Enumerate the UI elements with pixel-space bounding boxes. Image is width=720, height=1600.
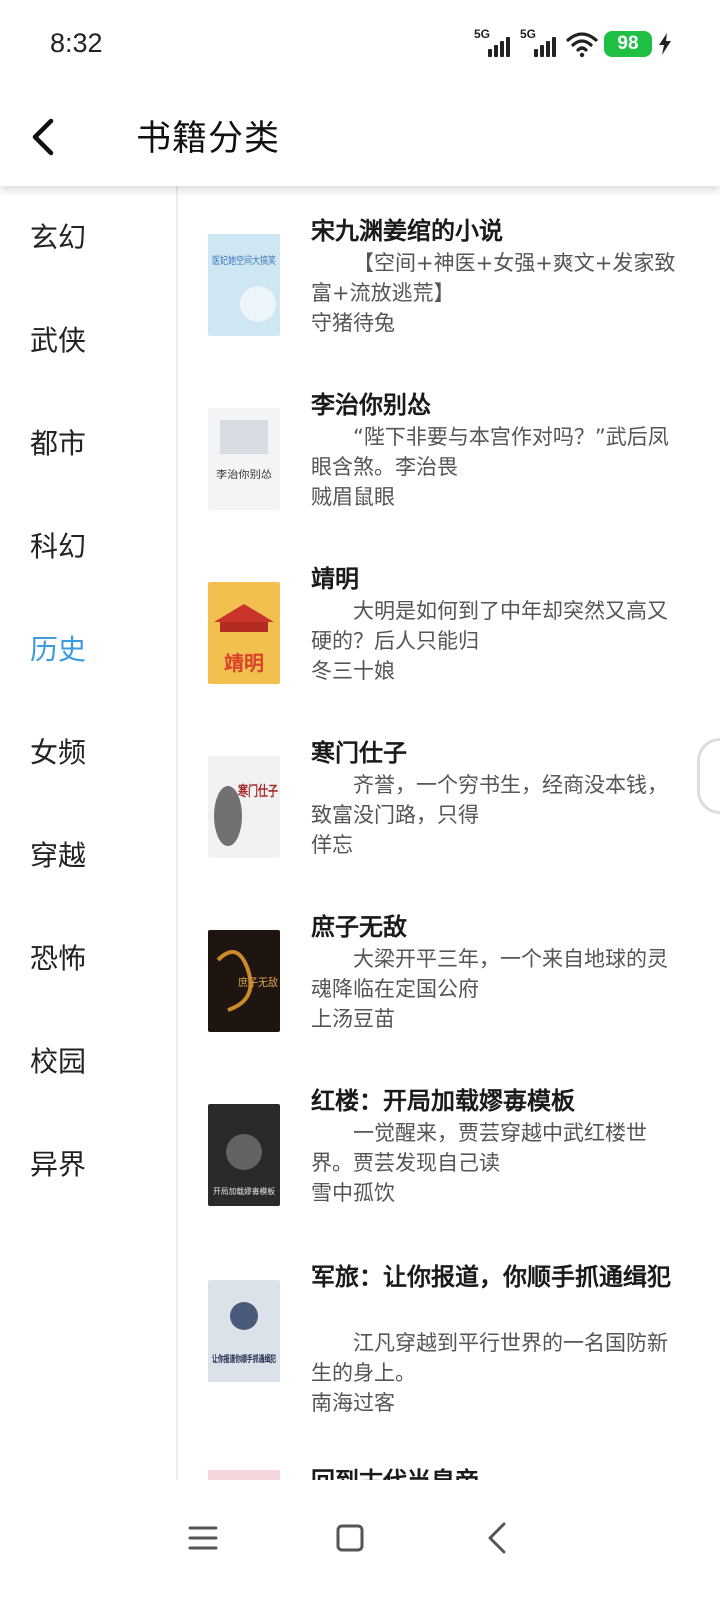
category-item-chuanyue[interactable]: 穿越 bbox=[30, 826, 86, 886]
book-item[interactable]: 李治你别怂 李治你别怂 “陛下非要与本宫作对吗？”武后凤眼含煞。李治畏 贼眉鼠眼 bbox=[178, 388, 720, 528]
book-author: 上汤豆苗 bbox=[311, 1007, 395, 1031]
svg-text:医妃她空间大搞笑: 医妃她空间大搞笑 bbox=[212, 254, 276, 267]
book-author: 雪中孤饮 bbox=[311, 1181, 395, 1205]
category-item-wuxia[interactable]: 武侠 bbox=[30, 311, 86, 371]
book-title: 李治你别怂 bbox=[311, 391, 431, 419]
book-item[interactable]: 让你报道你顺手抓通缉犯 军旅：让你报道，你顺手抓通缉犯 江凡穿越到平行世界的一名… bbox=[178, 1260, 720, 1420]
book-cover: 开局加载嫪毐模板 bbox=[208, 1104, 280, 1206]
chevron-left-icon bbox=[32, 118, 54, 156]
book-item[interactable]: 靖明 靖明 大明是如何到了中年却突然又高又硬的？后人只能归 冬三十娘 bbox=[178, 562, 720, 702]
back-icon bbox=[488, 1522, 506, 1554]
book-cover: 让你报道你顺手抓通缉犯 bbox=[208, 1280, 280, 1382]
book-item[interactable]: 开局加载嫪毐模板 红楼：开局加载嫪毐模板 一觉醒来，贾芸穿越中武红楼世界。贾芸发… bbox=[178, 1084, 720, 1224]
book-cover: 寒门仕子 bbox=[208, 756, 280, 858]
book-item[interactable]: 庶子无敌 庶子无敌 大梁开平三年，一个来自地球的灵魂降临在定国公府 上汤豆苗 bbox=[178, 910, 720, 1050]
book-title: 军旅：让你报道，你顺手抓通缉犯 bbox=[311, 1263, 671, 1291]
book-description: 大梁开平三年，一个来自地球的灵魂降临在定国公府 bbox=[311, 947, 668, 1001]
charging-bolt-icon bbox=[659, 33, 671, 55]
book-list: 医妃她空间大搞笑 宋九渊姜绾的小说 【空间+神医+女强+爽文+发家致富+流放逃荒… bbox=[178, 186, 720, 1480]
edge-swipe-handle[interactable] bbox=[697, 738, 720, 814]
book-title: 宋九渊姜绾的小说 bbox=[311, 217, 503, 245]
category-item-lishi[interactable]: 历史 bbox=[30, 620, 86, 680]
book-description: 一觉醒来，贾芸穿越中武红楼世界。贾芸发现自己读 bbox=[311, 1121, 647, 1175]
book-author: 贼眉鼠眼 bbox=[311, 485, 395, 509]
status-time: 8:32 bbox=[50, 28, 103, 58]
book-title: 红楼：开局加载嫪毐模板 bbox=[311, 1087, 575, 1115]
book-item[interactable]: 寒门仕子 寒门仕子 齐誉，一个穷书生，经商没本钱，致富没门路，只得 佯忘 bbox=[178, 736, 720, 876]
book-title: 庶子无敌 bbox=[311, 913, 407, 941]
back-button[interactable] bbox=[22, 112, 62, 162]
book-cover: 医妃她空间大搞笑 bbox=[208, 234, 280, 336]
book-title: 靖明 bbox=[311, 565, 359, 593]
book-cover bbox=[208, 1470, 280, 1480]
book-description: 江凡穿越到平行世界的一名国防新生的身上。 bbox=[311, 1331, 668, 1385]
system-back-button[interactable] bbox=[467, 1508, 527, 1568]
book-author: 冬三十娘 bbox=[311, 659, 395, 683]
category-item-xiaoyuan[interactable]: 校园 bbox=[30, 1032, 86, 1092]
book-description: 【空间+神医+女强+爽文+发家致富+流放逃荒】 bbox=[311, 251, 676, 305]
app-header: 书籍分类 bbox=[0, 90, 720, 186]
recent-apps-button[interactable] bbox=[173, 1508, 233, 1568]
svg-text:李治你别怂: 李治你别怂 bbox=[216, 468, 272, 481]
book-item[interactable]: 医妃她空间大搞笑 宋九渊姜绾的小说 【空间+神医+女强+爽文+发家致富+流放逃荒… bbox=[178, 214, 720, 354]
svg-text:开局加载嫪毐模板: 开局加载嫪毐模板 bbox=[213, 1186, 275, 1196]
status-icons: 5G 5G 98 bbox=[474, 26, 672, 62]
svg-text:靖明: 靖明 bbox=[224, 651, 264, 675]
book-author: 南海过客 bbox=[311, 1391, 395, 1415]
signal-5g-icon: 5G bbox=[520, 27, 560, 59]
page-title: 书籍分类 bbox=[136, 119, 281, 159]
category-item-yijie[interactable]: 异界 bbox=[30, 1135, 86, 1195]
book-item[interactable]: 回到古代当皇帝 bbox=[178, 1464, 720, 1480]
svg-text:庶子无敌: 庶子无敌 bbox=[238, 975, 278, 989]
svg-text:让你报道你顺手抓通缉犯: 让你报道你顺手抓通缉犯 bbox=[212, 1353, 276, 1365]
menu-icon bbox=[188, 1526, 218, 1550]
category-sidebar: 玄幻 武侠 都市 科幻 历史 女频 穿越 恐怖 校园 异界 bbox=[0, 186, 178, 1480]
signal-5g-icon: 5G bbox=[474, 27, 514, 59]
book-description: “陛下非要与本宫作对吗？”武后凤眼含煞。李治畏 bbox=[311, 425, 669, 479]
battery-icon: 98 bbox=[604, 31, 652, 57]
book-title: 回到古代当皇帝 bbox=[311, 1464, 681, 1480]
book-title: 寒门仕子 bbox=[311, 739, 407, 767]
home-button[interactable] bbox=[320, 1508, 380, 1568]
svg-text:寒门仕子: 寒门仕子 bbox=[238, 783, 278, 800]
book-description: 齐誉，一个穷书生，经商没本钱，致富没门路，只得 bbox=[311, 773, 668, 827]
category-item-nvpin[interactable]: 女频 bbox=[30, 723, 86, 783]
signal-2-label: 5G bbox=[520, 27, 537, 41]
book-cover: 靖明 bbox=[208, 582, 280, 684]
book-cover: 庶子无敌 bbox=[208, 930, 280, 1032]
category-item-xuanhuan[interactable]: 玄幻 bbox=[30, 208, 86, 268]
category-item-kongbu[interactable]: 恐怖 bbox=[30, 929, 86, 989]
book-description: 大明是如何到了中年却突然又高又硬的？后人只能归 bbox=[311, 599, 668, 653]
system-nav-bar bbox=[0, 1480, 720, 1600]
book-author: 守猪待兔 bbox=[311, 311, 395, 335]
wifi-icon bbox=[566, 32, 598, 58]
home-square-icon bbox=[336, 1524, 364, 1552]
signal-1-label: 5G bbox=[474, 27, 491, 41]
status-bar: 8:32 5G 5G 98 bbox=[0, 0, 720, 90]
book-author: 佯忘 bbox=[311, 833, 353, 857]
category-item-kehuan[interactable]: 科幻 bbox=[30, 517, 86, 577]
book-cover: 李治你别怂 bbox=[208, 408, 280, 510]
category-item-dushi[interactable]: 都市 bbox=[30, 414, 86, 474]
